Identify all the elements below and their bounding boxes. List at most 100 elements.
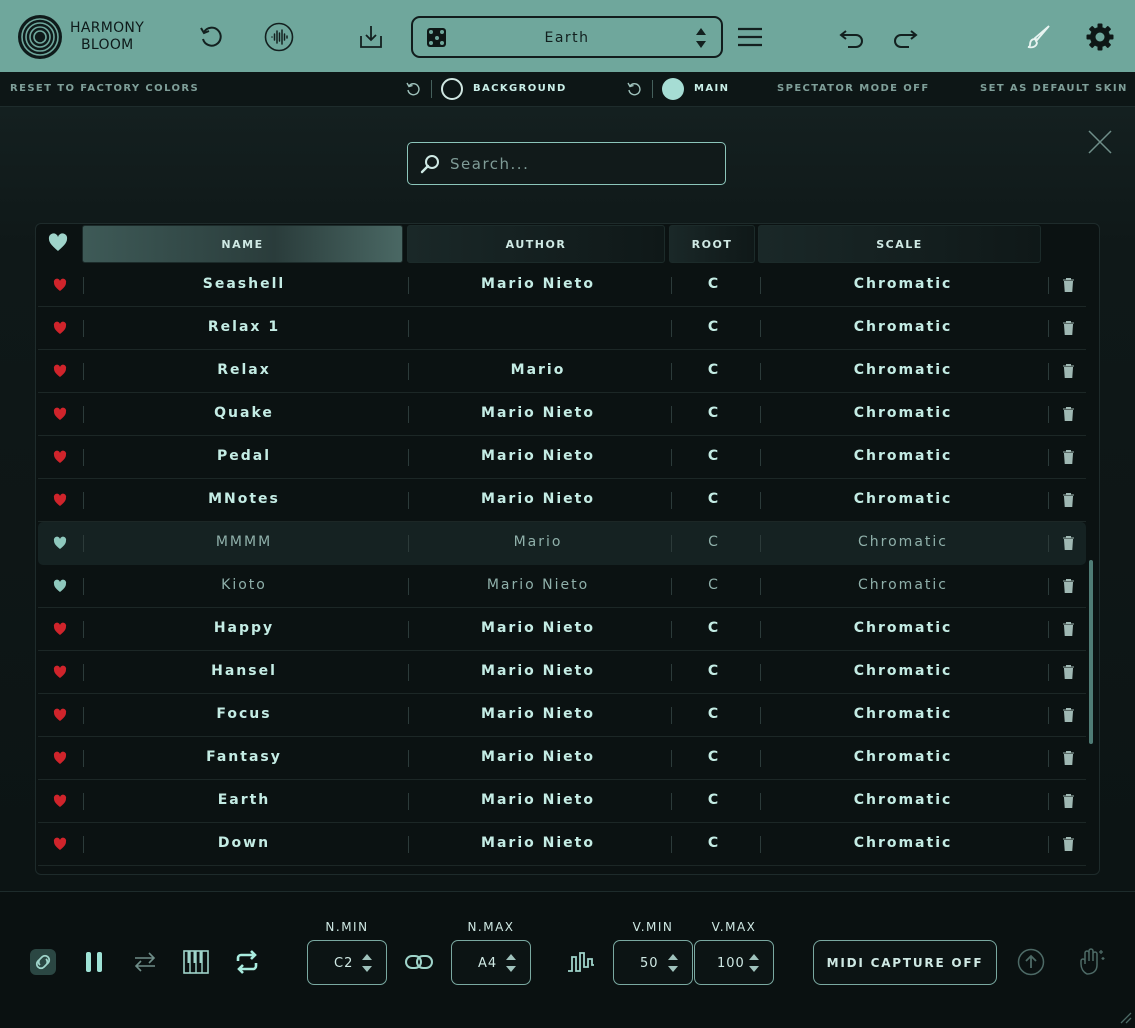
author-cell: Mario Nieto <box>481 663 595 679</box>
favorite-heart-icon[interactable] <box>53 837 67 851</box>
root-cell: C <box>707 491 721 507</box>
table-row[interactable]: MMMM Mario C Chromatic <box>38 522 1086 565</box>
spectator-mode-toggle[interactable]: SPECTATOR MODE OFF <box>777 83 930 94</box>
column-header-scale[interactable]: SCALE <box>758 225 1041 263</box>
favorite-heart-icon[interactable] <box>53 493 67 507</box>
background-color-swatch[interactable] <box>441 78 463 100</box>
reset-background-icon[interactable] <box>405 81 421 97</box>
search-input[interactable] <box>450 153 710 175</box>
waveform-button[interactable] <box>264 22 294 52</box>
save-preset-button[interactable] <box>356 22 386 52</box>
favorite-heart-icon[interactable] <box>53 321 67 335</box>
upload-icon <box>1017 948 1045 976</box>
trash-icon[interactable] <box>1062 535 1075 551</box>
trash-icon[interactable] <box>1062 277 1075 293</box>
pause-button[interactable] <box>79 947 109 977</box>
n-max-stepper[interactable]: A4 <box>451 940 531 985</box>
favorite-heart-icon[interactable] <box>53 622 67 636</box>
trash-icon[interactable] <box>1062 406 1075 422</box>
table-row[interactable]: Focus Mario Nieto C Chromatic <box>38 694 1086 737</box>
loop-button[interactable] <box>232 947 262 977</box>
skin-editor-button[interactable] <box>1024 22 1054 52</box>
favorite-heart-icon[interactable] <box>53 794 67 808</box>
favorite-heart-icon[interactable] <box>53 579 67 593</box>
table-row[interactable]: Relax 1 C Chromatic <box>38 307 1086 350</box>
table-row[interactable]: Quake Mario Nieto C Chromatic <box>38 393 1086 436</box>
table-row[interactable]: Fantasy Mario Nieto C Chromatic <box>38 737 1086 780</box>
main-color-swatch[interactable] <box>662 78 684 100</box>
trash-icon[interactable] <box>1062 707 1075 723</box>
close-icon[interactable] <box>1088 130 1112 154</box>
export-button[interactable] <box>1016 947 1046 977</box>
table-row[interactable]: Hansel Mario Nieto C Chromatic <box>38 651 1086 694</box>
trash-icon[interactable] <box>1062 363 1075 379</box>
trash-icon[interactable] <box>1062 578 1075 594</box>
preset-selector[interactable]: Earth <box>411 16 723 58</box>
author-cell: Mario Nieto <box>486 577 590 593</box>
column-divider <box>1048 664 1049 681</box>
favorites-filter-heart-icon[interactable] <box>48 233 68 253</box>
background-label: BACKGROUND <box>473 83 567 94</box>
updown-arrows-icon[interactable] <box>695 27 707 49</box>
v-max-stepper[interactable]: 100 <box>694 940 774 985</box>
reset-button[interactable] <box>196 22 226 52</box>
set-default-skin-button[interactable]: SET AS DEFAULT SKIN <box>980 83 1128 94</box>
trash-icon[interactable] <box>1062 492 1075 508</box>
swap-button[interactable] <box>130 947 160 977</box>
table-row[interactable]: Earth Mario Nieto C Chromatic <box>38 780 1086 823</box>
trash-icon[interactable] <box>1062 320 1075 336</box>
favorite-heart-icon[interactable] <box>53 407 67 421</box>
stepper-arrows-icon[interactable] <box>748 952 760 974</box>
reset-main-icon[interactable] <box>626 81 642 97</box>
favorite-heart-icon[interactable] <box>53 751 67 765</box>
velocity-curve-button[interactable] <box>566 947 596 977</box>
favorite-heart-icon[interactable] <box>53 536 67 550</box>
gesture-button[interactable] <box>1077 947 1107 977</box>
favorite-heart-icon[interactable] <box>53 708 67 722</box>
settings-button[interactable] <box>1085 22 1115 52</box>
link-toggle-button[interactable] <box>28 947 58 977</box>
v-min-stepper[interactable]: 50 <box>613 940 693 985</box>
trash-icon[interactable] <box>1062 836 1075 852</box>
keyboard-button[interactable] <box>181 947 211 977</box>
trash-icon[interactable] <box>1062 664 1075 680</box>
n-min-stepper[interactable]: C2 <box>307 940 387 985</box>
search-box[interactable] <box>407 142 726 185</box>
table-row[interactable]: Seashell Mario Nieto C Chromatic <box>38 264 1086 307</box>
scrollbar-thumb[interactable] <box>1089 560 1093 744</box>
undo-button[interactable] <box>837 22 867 52</box>
trash-icon[interactable] <box>1062 621 1075 637</box>
reset-factory-colors-button[interactable]: RESET TO FACTORY COLORS <box>10 83 199 94</box>
author-cell: Mario Nieto <box>481 792 595 808</box>
trash-icon[interactable] <box>1062 449 1075 465</box>
table-row[interactable]: Relax Mario C Chromatic <box>38 350 1086 393</box>
table-row[interactable]: Down Mario Nieto C Chromatic <box>38 823 1086 866</box>
favorite-heart-icon[interactable] <box>53 278 67 292</box>
trash-icon[interactable] <box>1062 793 1075 809</box>
table-row[interactable]: Happy Mario Nieto C Chromatic <box>38 608 1086 651</box>
trash-icon[interactable] <box>1062 750 1075 766</box>
redo-button[interactable] <box>890 22 920 52</box>
resize-grip-icon[interactable] <box>1118 1010 1132 1024</box>
stepper-arrows-icon[interactable] <box>361 952 373 974</box>
favorite-heart-icon[interactable] <box>53 450 67 464</box>
author-cell: Mario <box>510 362 566 378</box>
brand-line-2: BLOOM <box>81 37 134 53</box>
favorite-heart-icon[interactable] <box>53 364 67 378</box>
favorite-heart-icon[interactable] <box>53 665 67 679</box>
table-row[interactable]: Kioto Mario Nieto C Chromatic <box>38 565 1086 608</box>
stepper-arrows-icon[interactable] <box>505 952 517 974</box>
reset-icon <box>200 26 222 47</box>
table-row[interactable]: MNotes Mario Nieto C Chromatic <box>38 479 1086 522</box>
column-header-author[interactable]: AUTHOR <box>407 225 665 263</box>
root-cell: C <box>707 319 721 335</box>
column-header-root[interactable]: ROOT <box>669 225 755 263</box>
column-header-name[interactable]: NAME <box>82 225 403 263</box>
midi-capture-button[interactable]: MIDI CAPTURE OFF <box>813 940 997 985</box>
author-cell <box>408 319 668 339</box>
link-range-button[interactable] <box>404 947 434 977</box>
stepper-arrows-icon[interactable] <box>667 952 679 974</box>
menu-button[interactable] <box>735 22 765 52</box>
table-row[interactable]: Pedal Mario Nieto C Chromatic <box>38 436 1086 479</box>
gear-icon <box>1086 23 1114 51</box>
